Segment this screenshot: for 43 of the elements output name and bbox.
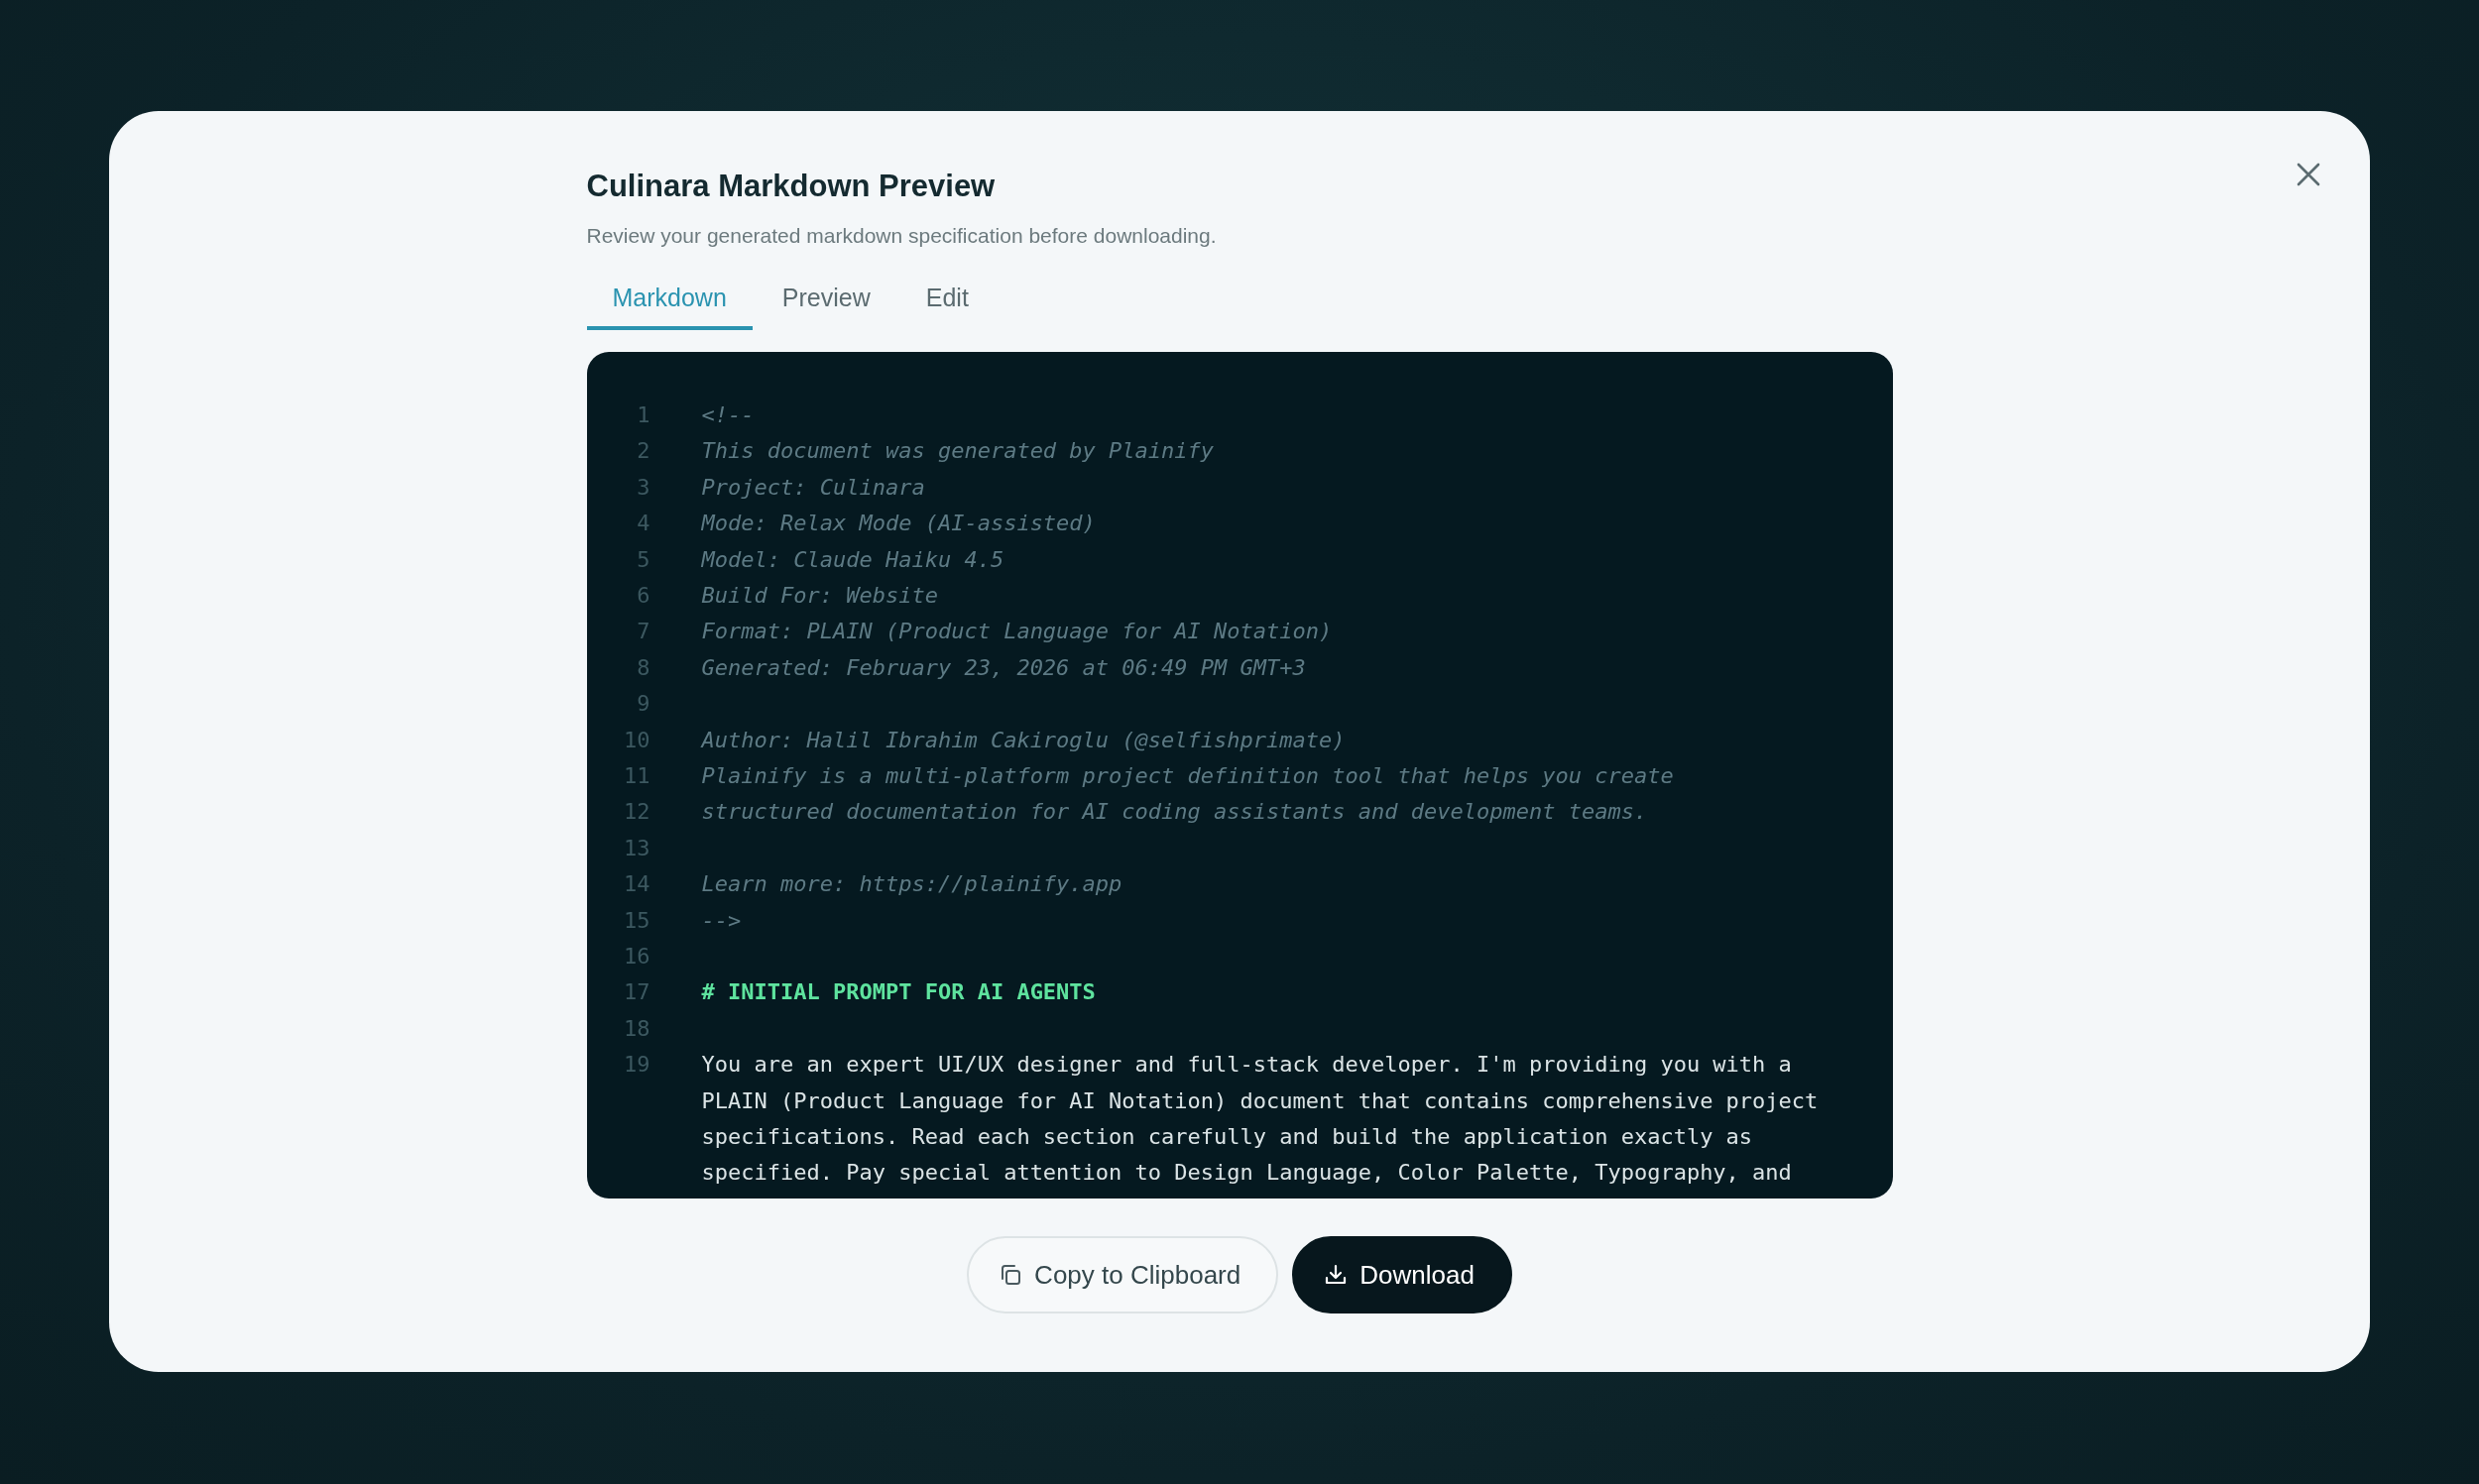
line-number: 18 [623,1014,650,1043]
download-button[interactable]: Download [1292,1236,1512,1313]
code-comment: Project: Culinara [701,473,926,502]
dialog-description: Review your generated markdown specification before downloading. [586,224,1217,248]
line-number: 6 [636,582,650,611]
copy-button[interactable]: Copy to Clipboard [967,1236,1279,1313]
code-text: You are an expert UI/UX designer and full-stack developer. I'm providing you with a PLAIN (Product Language for AI Notation) document that contains comprehensive project specifications. Read each section carefully and build the application exactly as specified. Pay special attention to Design Language, Color Palette, Typography, and [701,1051,1820,1188]
line-number: 17 [623,978,650,1007]
line-number: 15 [623,906,650,935]
line-number: 1 [636,401,650,429]
line-number: 9 [636,690,650,719]
code-comment: Plainify is a multi-platform project definition tool that helps you create [701,762,1675,791]
code-comment: Model: Claude Haiku 4.5 [701,545,1005,574]
code-comment: Generated: February 23, 2026 at 06:49 PM GMT+3 [701,653,1307,682]
line-number: 12 [623,798,650,827]
code-comment: This document was generated by Plainify [701,437,1216,466]
code-comment: Learn more: https://plainify.app [701,870,1123,899]
line-number: 3 [636,473,650,502]
code-comment: <!-- [701,401,756,429]
line-number: 5 [636,545,650,574]
line-number: 11 [623,762,650,791]
line-number: 10 [623,726,650,754]
code-comment: Mode: Relax Mode (AI-assisted) [701,510,1097,538]
line-number: 13 [623,834,650,862]
code-comment: --> [701,906,743,935]
code-comment: Author: Halil Ibrahim Cakiroglu (@selfishprimate) [701,726,1347,754]
line-number: 8 [636,653,650,682]
tab[interactable]: Markdown [586,276,753,330]
copy-icon [999,1263,1023,1287]
code-heading: # INITIAL PROMPT FOR AI AGENTS [701,978,1097,1007]
dialog-title: Culinara Markdown Preview [586,169,996,204]
tab[interactable]: Preview [756,276,896,330]
download-icon [1324,1263,1349,1287]
line-number: 14 [623,870,650,899]
line-number: 2 [636,437,650,466]
line-number: 4 [636,510,650,538]
code-comment: structured documentation for AI coding assistants and development teams. [701,798,1649,827]
line-number: 19 [623,1051,650,1080]
line-number: 16 [623,943,650,971]
code-comment: Format: PLAIN (Product Language for AI Notation) [701,618,1334,646]
line-number: 7 [636,618,650,646]
code-comment: Build For: Website [701,582,939,611]
tab[interactable]: Edit [899,276,995,330]
